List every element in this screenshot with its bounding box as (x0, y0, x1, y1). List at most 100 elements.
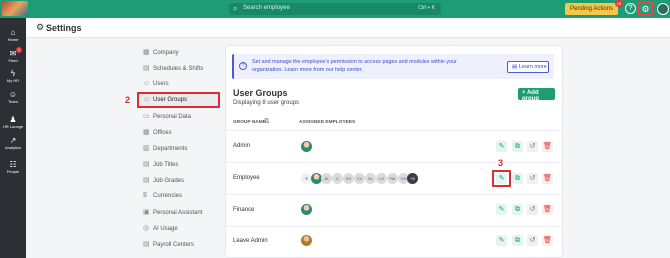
nav-item-home[interactable]: ⌂ Home (0, 28, 26, 42)
menu-item-personal-assistant[interactable]: ▣ Personal Assistant (143, 208, 202, 220)
edit-icon[interactable]: ✎ (496, 235, 507, 246)
nav-item-hr-lounge[interactable]: ♟ HR Lounge (0, 115, 26, 129)
avatar[interactable] (301, 235, 312, 246)
avatar-initials[interactable]: LS (376, 173, 387, 184)
search-shortcut: Ctrl + K (418, 5, 435, 11)
id-card-icon: ▭ (143, 113, 150, 120)
nav-item-my-hr[interactable]: ϟ My HR (0, 69, 26, 83)
menu-item-ai-usage[interactable]: ◎ AI Usage (143, 224, 178, 236)
nav-item-team[interactable]: ☺ Team (0, 90, 26, 104)
more-avatars[interactable]: +5 (407, 173, 418, 184)
assistant-icon: ▣ (143, 209, 150, 216)
users-icon: ☺ (143, 80, 151, 87)
copy-icon[interactable]: ⧉ (512, 204, 523, 215)
info-banner: ? Set and manage the employee's permissi… (232, 54, 554, 79)
menu-item-offices[interactable]: ▦ Offices (143, 128, 172, 140)
group-name: Employee (233, 175, 260, 181)
avatar-initials[interactable]: CV (354, 173, 365, 184)
menu-item-currencies[interactable]: $ Currencies (143, 192, 182, 204)
menu-label: Job Titles (153, 162, 179, 168)
team-icon: ☺ (8, 90, 18, 99)
copy-icon[interactable]: ⧉ (512, 235, 523, 246)
menu-label: Users (153, 81, 169, 87)
company-logo[interactable] (2, 1, 28, 16)
book-icon: ▤ (512, 64, 519, 70)
delete-icon[interactable]: 🗑 (542, 173, 553, 184)
nav-label: People (6, 169, 20, 174)
menu-label: Offices (153, 130, 172, 136)
pending-actions-button[interactable]: Pending Actions 15 (565, 0, 623, 15)
column-header-group-name: GROUP NAME (233, 120, 266, 125)
history-icon[interactable]: ↺ (527, 173, 538, 184)
avatar-initials[interactable]: JK (321, 173, 332, 184)
office-icon: ▦ (143, 129, 150, 136)
pending-count-badge: 15 (615, 0, 623, 7)
edit-icon[interactable]: ✎ (496, 173, 507, 184)
top-bar: ⌕ Search employee Ctrl + K Pending Actio… (0, 0, 670, 18)
learn-more-label: Learn more (518, 64, 547, 70)
menu-item-user-groups[interactable]: ☺ User Groups (143, 96, 187, 108)
menu-label: Personal Assistant (153, 210, 203, 216)
bolt-icon: ϟ (10, 69, 16, 78)
nav-item-people[interactable]: ☷ People (0, 160, 26, 174)
menu-item-job-titles[interactable]: ▤ Job Titles (143, 160, 178, 172)
payroll-icon: ▤ (143, 241, 150, 248)
menu-item-schedules[interactable]: ▤ Schedules & Shifts (143, 64, 203, 76)
menu-item-job-grades[interactable]: ▤ Job Grades (143, 176, 184, 188)
section-title: User Groups (233, 88, 288, 98)
menu-label: Personal Data (153, 114, 192, 120)
nav-item-analytics[interactable]: ↗ Analytics (0, 136, 26, 150)
info-text: Set and manage the employee's permission… (252, 59, 457, 73)
job-title-icon: ▤ (143, 161, 150, 168)
nav-label: Analytics (4, 145, 21, 150)
menu-label: Payroll Centers (153, 242, 195, 248)
avatar-initials[interactable]: FM (387, 173, 398, 184)
sort-icon[interactable]: ⇅ (264, 117, 270, 125)
user-groups-icon: ☺ (143, 96, 151, 103)
nav-item-feed[interactable]: ✉ Feed 1 (0, 47, 26, 63)
menu-item-departments[interactable]: ▥ Departments (143, 144, 187, 156)
job-grade-icon: ▤ (143, 177, 150, 184)
edit-icon[interactable]: ✎ (496, 141, 507, 152)
menu-label: Schedules & Shifts (153, 66, 204, 72)
delete-icon[interactable]: 🗑 (542, 204, 553, 215)
menu-item-users[interactable]: ☺ Users (143, 80, 169, 92)
menu-item-payroll-centers[interactable]: ▤ Payroll Centers (143, 240, 194, 252)
copy-icon[interactable]: ⧉ (512, 141, 523, 152)
edit-icon[interactable]: ✎ (496, 204, 507, 215)
nav-label: Feed (8, 58, 18, 63)
group-name: Admin (233, 143, 251, 149)
copy-icon[interactable]: ⧉ (512, 173, 523, 184)
menu-label: Job Grades (153, 178, 185, 184)
step-marker-2: 2 (125, 95, 131, 105)
help-icon[interactable]: ? (625, 3, 636, 14)
avatar-initials[interactable]: EV (343, 173, 354, 184)
search-placeholder: Search employee (243, 5, 290, 11)
history-icon[interactable]: ↺ (527, 204, 538, 215)
gear-icon[interactable]: ⚙ (638, 1, 653, 16)
history-icon[interactable]: ↺ (527, 141, 538, 152)
history-icon[interactable]: ↺ (527, 235, 538, 246)
menu-label: AI Usage (153, 226, 178, 232)
search-input[interactable]: ⌕ Search employee Ctrl + K (229, 3, 441, 15)
avatar[interactable] (301, 204, 312, 215)
delete-icon[interactable]: 🗑 (542, 235, 553, 246)
avatar-initials[interactable]: C (332, 173, 343, 184)
page-title: Settings (46, 23, 82, 33)
menu-label: User Groups (153, 97, 188, 103)
menu-label: Company (153, 50, 179, 56)
menu-item-company[interactable]: ▦ Company (143, 48, 179, 60)
learn-more-button[interactable]: ▤ Learn more (507, 61, 549, 73)
menu-item-personal-data[interactable]: ▭ Personal Data (143, 112, 191, 124)
avatar-initials[interactable]: SL (365, 173, 376, 184)
calendar-icon: ▤ (143, 65, 150, 72)
delete-icon[interactable]: 🗑 (542, 141, 553, 152)
add-group-button[interactable]: + Add group (518, 88, 555, 102)
left-nav: ⌂ Home ✉ Feed 1 ϟ My HR ☺ Team ♟ HR Loun… (0, 18, 26, 258)
people-icon: ☷ (9, 160, 17, 169)
avatar[interactable] (301, 141, 312, 152)
ai-icon: ◎ (143, 225, 150, 232)
home-icon: ⌂ (10, 28, 16, 37)
nav-label: Team (8, 99, 18, 104)
user-avatar[interactable] (657, 3, 669, 15)
